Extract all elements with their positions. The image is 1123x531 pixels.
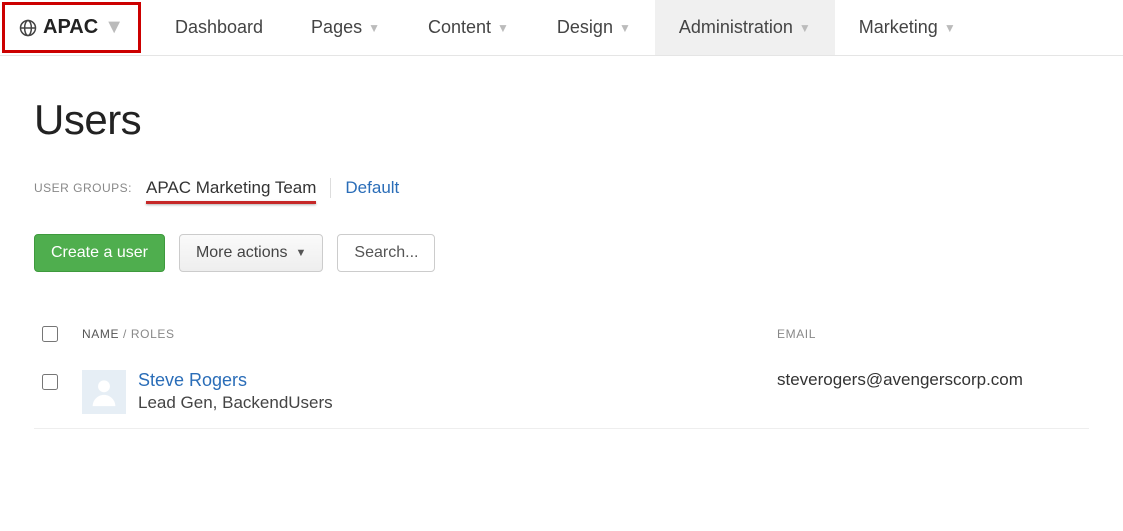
users-table: NAME / ROLES EMAIL Steve Rogers xyxy=(34,312,1089,429)
site-switcher[interactable]: APAC ▼ xyxy=(2,2,141,53)
user-groups-label: USER GROUPS: xyxy=(34,181,132,195)
column-header-name-roles[interactable]: NAME / ROLES xyxy=(74,312,769,360)
header-name: NAME xyxy=(82,327,119,341)
nav-marketing[interactable]: Marketing ▼ xyxy=(835,0,980,55)
user-group-default[interactable]: Default xyxy=(345,178,399,198)
chevron-down-icon: ▼ xyxy=(799,21,811,35)
user-name-link[interactable]: Steve Rogers xyxy=(138,370,333,391)
chevron-down-icon: ▼ xyxy=(497,21,509,35)
nav-content[interactable]: Content ▼ xyxy=(404,0,533,55)
user-groups-row: USER GROUPS: APAC Marketing Team Default xyxy=(34,178,1089,198)
group-separator xyxy=(330,178,331,198)
nav-administration[interactable]: Administration ▼ xyxy=(655,0,835,55)
table-header-row: NAME / ROLES EMAIL xyxy=(34,312,1089,360)
nav-item-label: Pages xyxy=(311,17,362,38)
table-row: Steve Rogers Lead Gen, BackendUsers stev… xyxy=(34,360,1089,429)
nav-item-label: Marketing xyxy=(859,17,938,38)
user-group-apac-marketing[interactable]: APAC Marketing Team xyxy=(146,178,316,198)
globe-icon xyxy=(19,19,37,37)
nav-item-label: Dashboard xyxy=(175,17,263,38)
button-label: Search... xyxy=(354,244,418,262)
more-actions-button[interactable]: More actions ▼ xyxy=(179,234,323,272)
nav-design[interactable]: Design ▼ xyxy=(533,0,655,55)
chevron-down-icon: ▼ xyxy=(368,21,380,35)
main-content: Users USER GROUPS: APAC Marketing Team D… xyxy=(0,56,1123,429)
user-cell: Steve Rogers Lead Gen, BackendUsers xyxy=(82,370,761,414)
create-user-button[interactable]: Create a user xyxy=(34,234,165,272)
action-row: Create a user More actions ▼ Search... xyxy=(34,234,1089,272)
nav-item-label: Design xyxy=(557,17,613,38)
top-nav: APAC ▼ Dashboard Pages ▼ Content ▼ Desig… xyxy=(0,0,1123,56)
chevron-down-icon: ▼ xyxy=(104,16,124,39)
nav-item-label: Content xyxy=(428,17,491,38)
nav-pages[interactable]: Pages ▼ xyxy=(287,0,404,55)
site-switcher-label: APAC xyxy=(43,16,98,39)
user-roles: Lead Gen, BackendUsers xyxy=(138,393,333,413)
button-label: Create a user xyxy=(51,244,148,262)
nav-dashboard[interactable]: Dashboard xyxy=(151,0,287,55)
column-header-email[interactable]: EMAIL xyxy=(769,312,1089,360)
chevron-down-icon: ▼ xyxy=(944,21,956,35)
search-button[interactable]: Search... xyxy=(337,234,435,272)
user-email: steverogers@avengerscorp.com xyxy=(769,360,1089,429)
row-checkbox[interactable] xyxy=(42,374,58,390)
nav-item-label: Administration xyxy=(679,17,793,38)
page-title: Users xyxy=(34,96,1089,144)
avatar xyxy=(82,370,126,414)
header-roles: ROLES xyxy=(131,327,175,341)
header-sep: / xyxy=(119,327,131,341)
chevron-down-icon: ▼ xyxy=(296,247,307,259)
select-all-checkbox[interactable] xyxy=(42,326,58,342)
chevron-down-icon: ▼ xyxy=(619,21,631,35)
button-label: More actions xyxy=(196,244,288,262)
